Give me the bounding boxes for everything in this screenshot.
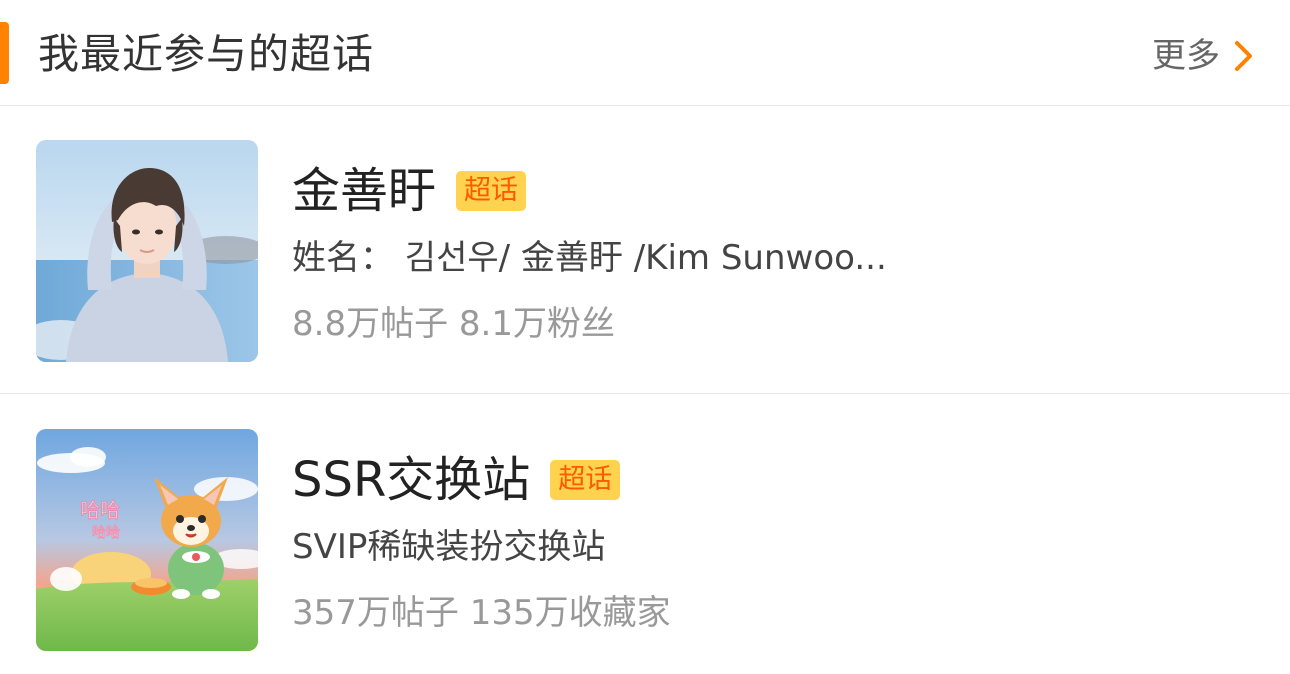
more-link[interactable]: 更多 bbox=[1152, 34, 1256, 78]
topic-title: 金善盱 bbox=[292, 163, 437, 219]
more-label: 更多 bbox=[1152, 36, 1220, 76]
accent-bar bbox=[0, 22, 9, 84]
person-photo-icon[interactable] bbox=[36, 140, 258, 362]
topic-item-ssr-exchange[interactable]: 哈哈 哈哈 SSR交换站 超话 SVIP稀缺装扮交换站 357万帖子 135万收… bbox=[0, 395, 1290, 674]
topic-title: SSR交换站 bbox=[292, 452, 531, 508]
super-topic-badge: 超话 bbox=[550, 460, 621, 500]
super-topics-page: 我最近参与的超话 更多 金善盱 超话 姓名： 김선우/ 金善盱 /Kim Sun… bbox=[0, 0, 1290, 674]
svg-text:哈哈: 哈哈 bbox=[92, 525, 120, 541]
corgi-cartoon-icon[interactable]: 哈哈 哈哈 bbox=[36, 429, 258, 651]
topic-stats: 8.8万帖子 8.1万粉丝 bbox=[292, 304, 615, 344]
title-row: SSR交换站 超话 bbox=[292, 447, 621, 513]
svg-text:哈哈: 哈哈 bbox=[80, 498, 120, 522]
chevron-right-icon bbox=[1235, 41, 1252, 71]
topic-description: SVIP稀缺装扮交换站 bbox=[292, 527, 606, 567]
section-header: 我最近参与的超话 更多 bbox=[0, 0, 1290, 106]
super-topic-badge: 超话 bbox=[456, 171, 527, 211]
topic-stats: 357万帖子 135万收藏家 bbox=[292, 593, 671, 633]
section-title: 我最近参与的超话 bbox=[38, 30, 374, 78]
title-row: 金善盱 超话 bbox=[292, 158, 527, 224]
topic-item-kim-sunwoo[interactable]: 金善盱 超话 姓名： 김선우/ 金善盱 /Kim Sunwoo... 8.8万帖… bbox=[0, 106, 1290, 394]
topic-description: 姓名： 김선우/ 金善盱 /Kim Sunwoo... bbox=[292, 238, 887, 278]
